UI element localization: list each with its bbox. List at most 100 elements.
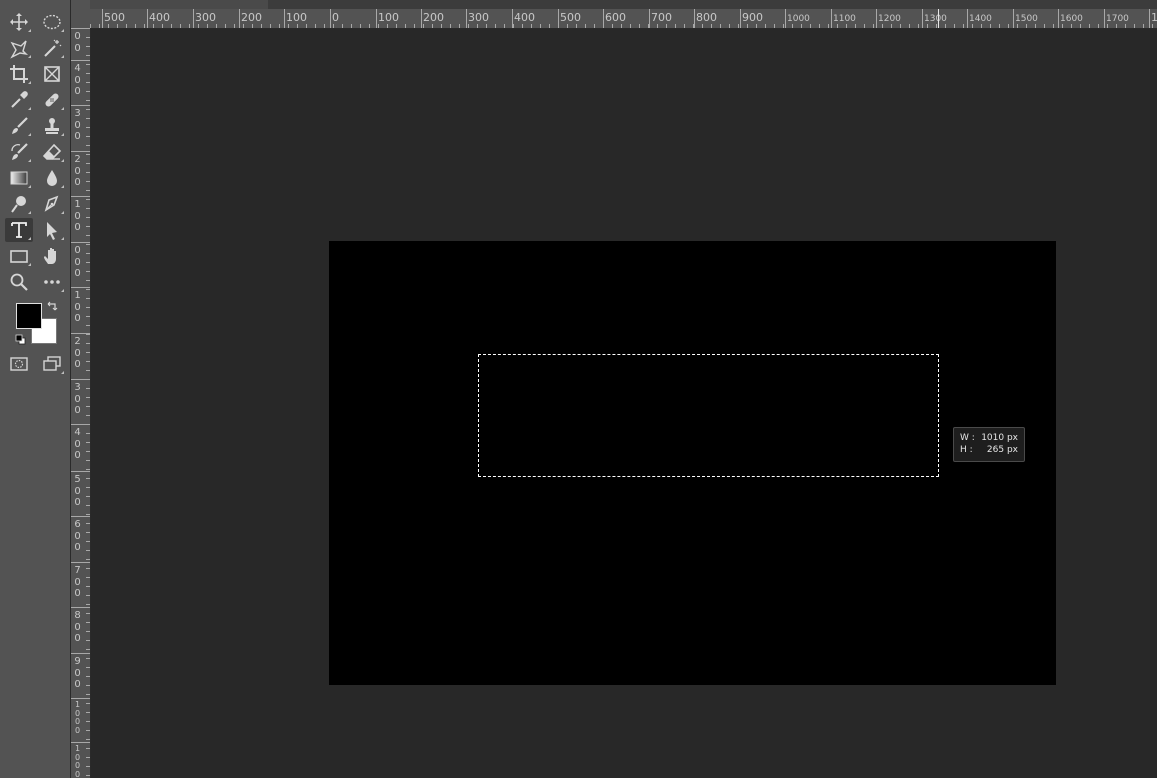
quick-mask-mode[interactable] <box>5 352 33 376</box>
v-ruler-tick <box>71 516 90 517</box>
hand-icon <box>44 248 56 264</box>
h-ruler-tick <box>1149 9 1150 28</box>
h-ruler-tick <box>1013 9 1014 28</box>
v-ruler-tick <box>71 151 90 152</box>
h-ruler-tick <box>967 9 968 28</box>
foreground-color-swatch[interactable] <box>16 303 42 329</box>
gradient-icon <box>10 171 28 185</box>
v-ruler-label: 800 <box>74 610 81 644</box>
screen-mode[interactable] <box>38 352 66 376</box>
h-ruler-label: 900 <box>742 11 763 24</box>
h-ruler-tick <box>147 9 148 28</box>
magnifier-icon <box>10 273 28 291</box>
frame-tool[interactable] <box>38 62 66 86</box>
v-ruler-label: 1000 <box>74 744 81 778</box>
h-ruler-tick <box>330 9 331 28</box>
eraser-tool[interactable] <box>38 140 66 164</box>
width-value: 1010 px <box>981 433 1018 443</box>
lasso-icon <box>10 40 29 59</box>
h-ruler-label: 1000 <box>787 14 810 24</box>
v-ruler-label: 100 <box>74 199 81 233</box>
h-ruler-label: 100 <box>378 11 399 24</box>
vertical-ruler[interactable]: 00 400 300 200 100 000 100 200 300 400 500 600 700 80… <box>71 28 91 778</box>
ruler-origin[interactable] <box>71 0 90 28</box>
v-ruler-label: 100 <box>74 290 81 324</box>
h-ruler-label: 800 <box>696 11 717 24</box>
document-canvas[interactable] <box>329 241 1056 685</box>
default-colors-icon[interactable] <box>15 334 26 345</box>
lasso-tool[interactable] <box>5 36 33 60</box>
zoom-tool[interactable] <box>5 270 33 294</box>
h-ruler-tick <box>740 9 741 28</box>
v-ruler-tick <box>71 471 90 472</box>
h-ruler-label: 300 <box>195 11 216 24</box>
canvas-workspace[interactable] <box>90 28 1157 778</box>
v-ruler-tick <box>71 242 90 243</box>
v-ruler-label: 200 <box>74 336 81 370</box>
h-ruler-label: 400 <box>514 11 535 24</box>
edit-toolbar[interactable] <box>38 270 66 294</box>
v-ruler-tick <box>71 196 90 197</box>
v-ruler-label: 200 <box>74 154 81 188</box>
hand-tool[interactable] <box>38 244 66 268</box>
gradient-tool[interactable] <box>5 166 33 190</box>
eyedropper-tool[interactable] <box>5 88 33 112</box>
text-box-selection[interactable] <box>478 354 939 477</box>
dodge-tool[interactable] <box>5 192 33 216</box>
move-tool[interactable] <box>5 10 33 34</box>
horizontal-ruler[interactable]: 500 400 300 200 100 0 100 200 300 400 500 600 700 800… <box>90 9 1157 29</box>
h-ruler-cursor-marker <box>938 9 939 28</box>
move-icon <box>10 13 28 31</box>
height-label: H : <box>960 445 973 455</box>
h-ruler-tick <box>421 9 422 28</box>
rectangle-tool[interactable] <box>5 244 33 268</box>
v-ruler-label: 300 <box>74 382 81 416</box>
v-ruler-label: 500 <box>74 474 81 508</box>
h-ruler-tick <box>785 9 786 28</box>
clone-stamp-tool[interactable] <box>38 114 66 138</box>
screen-mode-icon <box>43 356 61 371</box>
h-ruler-tick <box>376 9 377 28</box>
h-ruler-tick <box>1058 9 1059 28</box>
v-ruler-label: 400 <box>74 63 81 97</box>
bandage-icon <box>45 93 59 107</box>
h-ruler-label: 400 <box>149 11 170 24</box>
h-ruler-label: 300 <box>468 11 489 24</box>
document-tab[interactable] <box>90 0 268 9</box>
dodge-icon <box>11 196 26 213</box>
v-ruler-tick <box>71 698 90 699</box>
history-brush-tool[interactable] <box>5 140 33 164</box>
v-ruler-tick <box>71 60 90 61</box>
v-ruler-label: 700 <box>74 565 81 599</box>
h-ruler-tick <box>922 9 923 28</box>
pen-tool[interactable] <box>38 192 66 216</box>
quick-mask-icon <box>10 357 28 371</box>
elliptical-marquee-tool[interactable] <box>38 10 66 34</box>
v-ruler-label: 400 <box>74 427 81 461</box>
healing-brush-tool[interactable] <box>38 88 66 112</box>
blur-tool[interactable] <box>38 166 66 190</box>
h-ruler-tick <box>239 9 240 28</box>
h-ruler-label: 600 <box>605 11 626 24</box>
h-ruler-tick <box>831 9 832 28</box>
h-ruler-tick <box>649 9 650 28</box>
ellipse-marquee-icon <box>43 14 61 30</box>
v-ruler-label: 300 <box>74 108 81 142</box>
magic-wand-tool[interactable] <box>38 36 66 60</box>
v-ruler-tick <box>71 562 90 563</box>
v-ruler-label: 00 <box>74 31 81 54</box>
crop-tool[interactable] <box>5 62 33 86</box>
width-label: W : <box>960 433 975 443</box>
h-ruler-tick <box>102 9 103 28</box>
v-ruler-tick <box>71 607 90 608</box>
brush-tool[interactable] <box>5 114 33 138</box>
brush-icon <box>12 117 28 134</box>
drop-icon <box>47 170 57 186</box>
type-icon <box>11 222 27 238</box>
document-tab-bar <box>90 0 1157 9</box>
type-tool[interactable] <box>5 218 33 242</box>
path-selection-tool[interactable] <box>38 218 66 242</box>
swap-colors-icon[interactable] <box>46 300 58 312</box>
h-ruler-tick <box>694 9 695 28</box>
h-ruler-label: 700 <box>651 11 672 24</box>
